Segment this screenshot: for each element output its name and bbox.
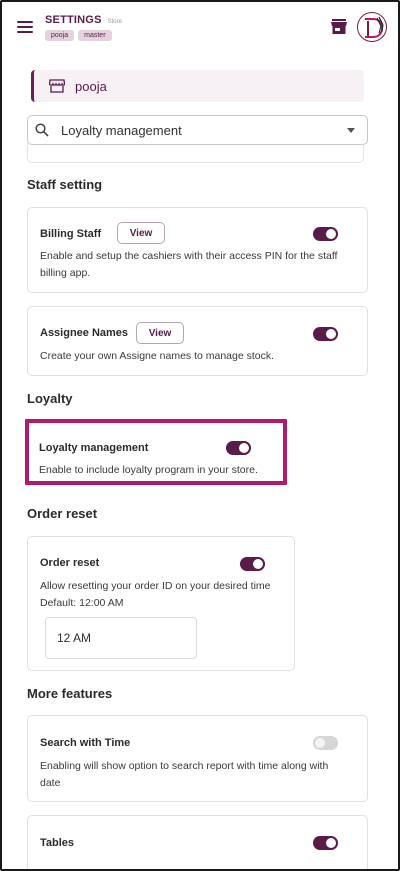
page-title: SETTINGS — [45, 14, 102, 26]
store-front-icon — [49, 79, 65, 93]
role-chip: master — [78, 30, 112, 41]
chips: pooja master — [45, 30, 112, 41]
store-name: pooja — [75, 78, 107, 94]
billing-staff-desc-line1: Enable and setup the cashiers with their… — [40, 250, 338, 262]
search-with-time-card: Search with Time Enabling will show opti… — [27, 715, 368, 802]
menu-icon[interactable] — [17, 21, 33, 34]
search-with-time-desc-line2: date — [40, 777, 61, 789]
top-bar: SETTINGS Store pooja master — [2, 2, 398, 52]
section-more-features: More features — [27, 686, 113, 701]
assignee-names-title: Assignee Names — [40, 327, 129, 339]
tables-title: Tables — [40, 837, 75, 849]
order-reset-default: Default: 12:00 AM — [40, 597, 124, 609]
assignee-names-desc: Create your own Assigne names to manage … — [40, 350, 275, 362]
search-with-time-title: Search with Time — [40, 737, 131, 749]
tables-card: Tables — [27, 815, 368, 871]
chevron-down-icon[interactable] — [347, 127, 355, 133]
billing-staff-toggle[interactable] — [313, 227, 338, 241]
search-with-time-toggle[interactable] — [313, 736, 338, 750]
billing-staff-desc-line2: billing app. — [40, 267, 91, 279]
assignee-names-toggle[interactable] — [313, 327, 338, 341]
search-value: Loyalty management — [61, 122, 182, 138]
title-row: SETTINGS Store — [45, 14, 122, 26]
search-with-time-desc-line1: Enabling will show option to search repo… — [40, 760, 329, 772]
order-reset-desc: Allow resetting your order ID on your de… — [40, 580, 271, 592]
section-staff-setting: Staff setting — [27, 177, 103, 192]
section-order-reset: Order reset — [27, 506, 98, 521]
settings-search-select[interactable]: Loyalty management — [27, 115, 368, 145]
highlight-box — [25, 419, 287, 485]
order-reset-time-input[interactable]: 12 AM — [45, 617, 197, 659]
billing-staff-view-button[interactable]: View — [117, 222, 165, 244]
store-chip: pooja — [45, 30, 75, 41]
billing-staff-title: Billing Staff — [40, 228, 102, 240]
store-selector[interactable]: pooja — [31, 70, 364, 102]
page-subtitle: Store — [107, 19, 122, 25]
search-icon — [35, 123, 49, 137]
avatar[interactable] — [357, 12, 387, 42]
assignee-names-card: Assignee Names View Create your own Assi… — [27, 306, 368, 376]
previous-card-bottom — [27, 143, 364, 163]
section-loyalty: Loyalty — [27, 391, 73, 406]
assignee-names-view-button[interactable]: View — [136, 322, 184, 344]
billing-staff-card: Billing Staff View Enable and setup the … — [27, 207, 368, 293]
order-reset-title: Order reset — [40, 557, 100, 569]
order-reset-toggle[interactable] — [240, 557, 265, 571]
store-icon[interactable] — [331, 19, 347, 34]
tables-toggle[interactable] — [313, 836, 338, 850]
logo-icon — [365, 16, 384, 38]
